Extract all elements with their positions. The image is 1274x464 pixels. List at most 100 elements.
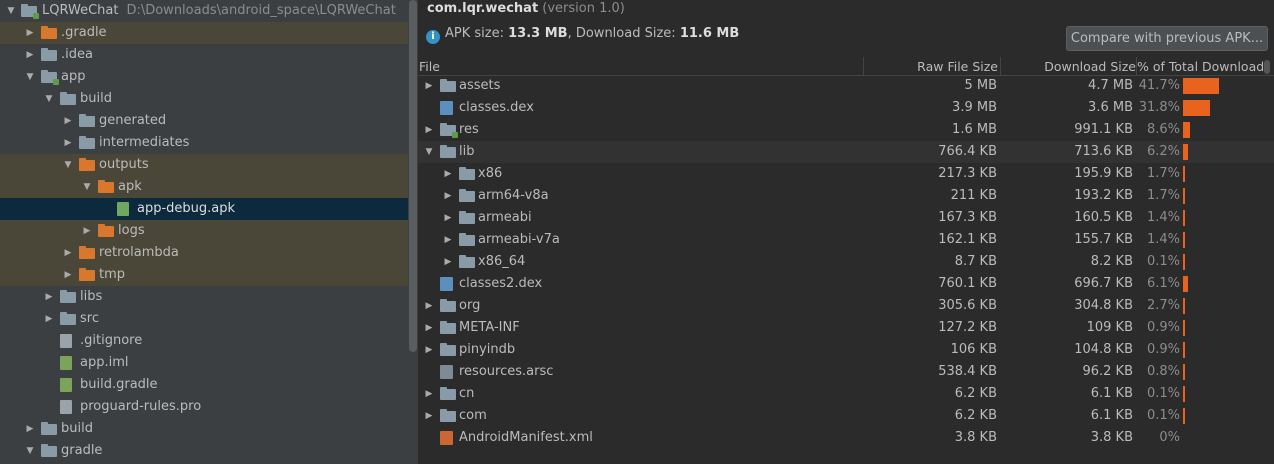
chevron-right-icon[interactable]: ▶ (442, 251, 454, 273)
download-size-cell: 193.2 KB (1074, 188, 1133, 203)
apk-size-label: APK size: (445, 26, 504, 41)
chevron-down-icon[interactable]: ▼ (5, 0, 17, 22)
chevron-right-icon[interactable]: ▶ (423, 383, 435, 405)
chevron-down-icon[interactable]: ▼ (81, 176, 93, 198)
compare-with-previous-apk-button[interactable]: Compare with previous APK... (1066, 26, 1268, 51)
tree-item-label: app.iml (80, 355, 129, 370)
header-scrollbar[interactable] (1264, 60, 1270, 74)
chevron-right-icon[interactable]: ▶ (62, 110, 74, 132)
file-name-cell: cn (459, 386, 475, 401)
table-row[interactable]: resources.arsc 538.4 KB 96.2 KB 0.8% (418, 361, 1274, 383)
table-row[interactable]: ▶ com 6.2 KB 6.1 KB 0.1% (418, 405, 1274, 427)
table-row[interactable]: ▶ x86_64 8.7 KB 8.2 KB 0.1% (418, 251, 1274, 273)
tree-item-label: outputs (99, 157, 149, 172)
apk-analyzer-panel: com.lqr.wechat (version 1.0) i APK size: … (418, 0, 1274, 464)
tree-item[interactable]: ▶ .gradle (0, 22, 408, 44)
tree-item[interactable]: build.gradle (0, 374, 408, 396)
chevron-right-icon[interactable]: ▶ (62, 132, 74, 154)
excluded-folder-icon (98, 224, 114, 237)
chevron-right-icon[interactable]: ▶ (24, 22, 36, 44)
tree-item[interactable]: app-debug.apk (0, 198, 408, 220)
chevron-right-icon[interactable]: ▶ (423, 295, 435, 317)
download-size-cell: 104.8 KB (1074, 342, 1133, 357)
chevron-right-icon[interactable]: ▶ (423, 317, 435, 339)
tree-item[interactable]: ▼ outputs (0, 154, 408, 176)
column-header-download-size[interactable]: Download Size (1001, 57, 1137, 76)
chevron-down-icon[interactable]: ▼ (24, 440, 36, 462)
table-row[interactable]: ▼ lib 766.4 KB 713.6 KB 6.2% (418, 141, 1274, 163)
table-row[interactable]: AndroidManifest.xml 3.8 KB 3.8 KB 0% (418, 427, 1274, 449)
tree-item[interactable]: .gitignore (0, 330, 408, 352)
percent-cell: 31.8% (1138, 100, 1180, 115)
raw-size-cell: 538.4 KB (938, 364, 997, 379)
percent-cell: 0.1% (1146, 254, 1180, 269)
apk-file-icon (117, 202, 129, 216)
tree-item[interactable]: app.iml (0, 352, 408, 374)
tree-item[interactable]: ▶ logs (0, 220, 408, 242)
table-row[interactable]: ▶ org 305.6 KB 304.8 KB 2.7% (418, 295, 1274, 317)
column-header-percent[interactable]: % of Total Download ... (1137, 57, 1264, 76)
table-row[interactable]: ▶ pinyindb 106 KB 104.8 KB 0.9% (418, 339, 1274, 361)
file-name-cell: AndroidManifest.xml (459, 430, 593, 445)
tree-item[interactable]: ▼ build (0, 88, 408, 110)
download-percent-bar (1183, 254, 1185, 270)
table-row[interactable]: classes2.dex 760.1 KB 696.7 KB 6.1% (418, 273, 1274, 295)
table-row[interactable]: ▶ META-INF 127.2 KB 109 KB 0.9% (418, 317, 1274, 339)
chevron-right-icon[interactable]: ▶ (442, 163, 454, 185)
tree-root-row[interactable]: ▼ LQRWeChat D:\Downloads\android_space\LQ… (0, 0, 408, 22)
chevron-down-icon[interactable]: ▼ (62, 154, 74, 176)
file-name-cell: com (459, 408, 487, 423)
chevron-down-icon[interactable]: ▼ (24, 66, 36, 88)
chevron-right-icon[interactable]: ▶ (423, 405, 435, 427)
table-row[interactable]: ▶ arm64-v8a 211 KB 193.2 KB 1.7% (418, 185, 1274, 207)
chevron-down-icon[interactable]: ▼ (423, 141, 435, 163)
tree-item[interactable]: ▶ build (0, 418, 408, 440)
table-row[interactable]: ▶ res 1.6 MB 991.1 KB 8.6% (418, 119, 1274, 141)
table-row[interactable]: ▶ cn 6.2 KB 6.1 KB 0.1% (418, 383, 1274, 405)
tree-item[interactable]: ▶ tmp (0, 264, 408, 286)
folder-icon (459, 211, 475, 224)
chevron-down-icon[interactable]: ▼ (43, 88, 55, 110)
chevron-right-icon[interactable]: ▶ (442, 207, 454, 229)
chevron-right-icon[interactable]: ▶ (442, 229, 454, 251)
tree-item[interactable]: ▼ gradle (0, 440, 408, 462)
chevron-right-icon[interactable]: ▶ (43, 308, 55, 330)
tree-scrollbar[interactable] (409, 0, 417, 352)
table-row[interactable]: ▶ armeabi-v7a 162.1 KB 155.7 KB 1.4% (418, 229, 1274, 251)
chevron-right-icon[interactable]: ▶ (24, 418, 36, 440)
table-row[interactable]: classes.dex 3.9 MB 3.6 MB 31.8% (418, 97, 1274, 119)
folder-icon (60, 92, 76, 105)
column-header-raw-size[interactable]: Raw File Size (864, 57, 1001, 76)
tree-item[interactable]: ▶ intermediates (0, 132, 408, 154)
tree-item-label: tmp (99, 267, 126, 282)
chevron-right-icon[interactable]: ▶ (62, 264, 74, 286)
tree-item[interactable]: ▼ apk (0, 176, 408, 198)
chevron-right-icon[interactable]: ▶ (423, 119, 435, 141)
chevron-right-icon[interactable]: ▶ (62, 242, 74, 264)
percent-cell: 0.9% (1146, 320, 1180, 335)
folder-icon (440, 387, 456, 400)
chevron-right-icon[interactable]: ▶ (442, 185, 454, 207)
table-row[interactable]: ▶ armeabi 167.3 KB 160.5 KB 1.4% (418, 207, 1274, 229)
tree-item[interactable]: ▶ generated (0, 110, 408, 132)
chevron-right-icon[interactable]: ▶ (423, 75, 435, 97)
tree-item-label: libs (80, 289, 103, 304)
tree-item[interactable]: proguard-rules.pro (0, 396, 408, 418)
chevron-right-icon[interactable]: ▶ (81, 220, 93, 242)
table-row[interactable]: ▶ x86 217.3 KB 195.9 KB 1.7% (418, 163, 1274, 185)
tree-item[interactable]: ▼ app (0, 66, 408, 88)
chevron-right-icon[interactable]: ▶ (24, 44, 36, 66)
tree-item[interactable]: ▶ src (0, 308, 408, 330)
column-header-file[interactable]: File (418, 57, 864, 76)
project-name: LQRWeChat (42, 3, 119, 18)
table-row[interactable]: ▶ assets 5 MB 4.7 MB 41.7% (418, 75, 1274, 97)
tree-item-label: src (80, 311, 99, 326)
folder-icon (440, 79, 456, 92)
folder-icon (440, 321, 456, 334)
tree-item[interactable]: ▶ retrolambda (0, 242, 408, 264)
chevron-right-icon[interactable]: ▶ (423, 339, 435, 361)
chevron-right-icon[interactable]: ▶ (43, 286, 55, 308)
download-percent-bar (1183, 408, 1185, 424)
tree-item[interactable]: ▶ libs (0, 286, 408, 308)
tree-item[interactable]: ▶ .idea (0, 44, 408, 66)
